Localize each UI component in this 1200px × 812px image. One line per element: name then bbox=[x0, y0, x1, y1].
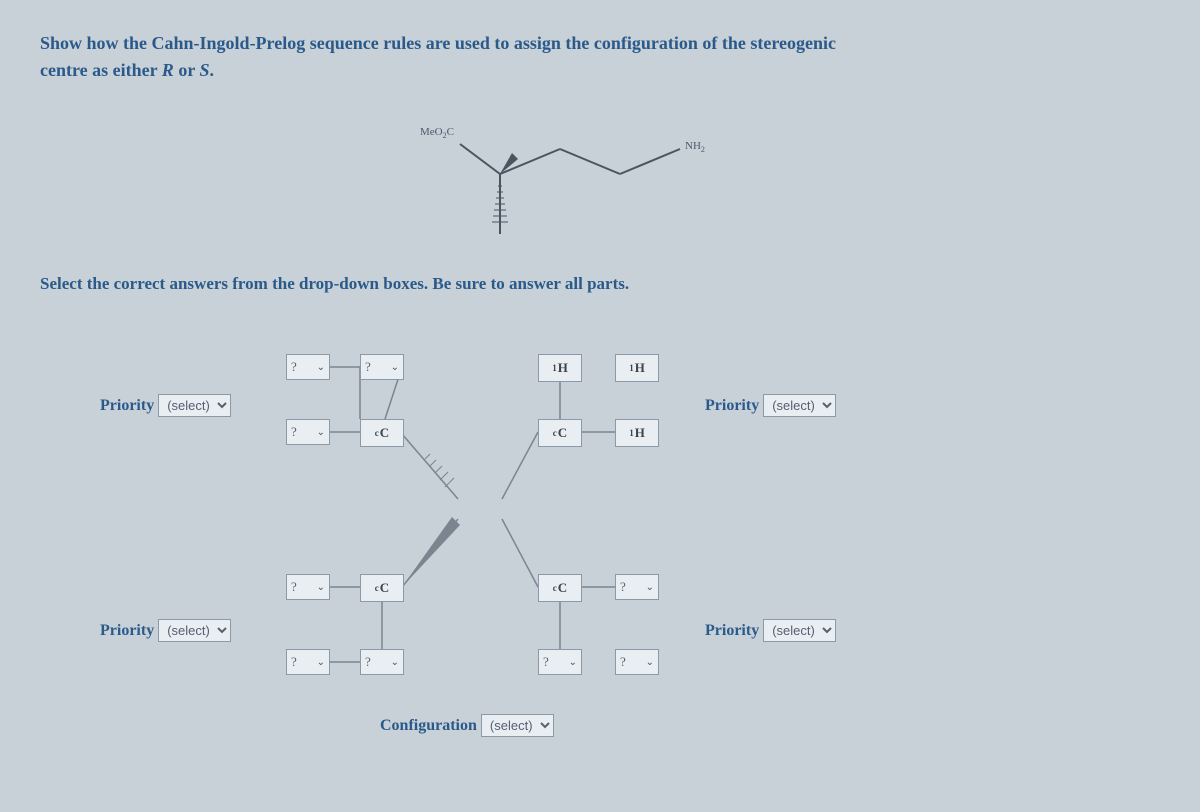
atom-select-tl-2[interactable]: ?⌄ bbox=[360, 354, 404, 380]
atom-box-tr-h3: 1H bbox=[615, 419, 659, 447]
question-or: or bbox=[174, 60, 200, 80]
atom-box-tr-h1: 1H bbox=[538, 354, 582, 382]
atom-box-tr-c: cC bbox=[538, 419, 582, 447]
atom-select-bl-2[interactable]: ?⌄ bbox=[286, 649, 330, 675]
question-end: . bbox=[210, 60, 215, 80]
priority-select-top-left[interactable]: (select) bbox=[158, 394, 231, 417]
molecule-structure: MeO2C NH2 bbox=[40, 104, 1160, 264]
configuration-row: Configuration (select) bbox=[380, 714, 554, 737]
molecule-meo2c-label: MeO2C bbox=[420, 126, 454, 140]
priority-top-right: Priority (select) bbox=[705, 394, 836, 417]
priority-top-left: Priority (select) bbox=[100, 394, 231, 417]
atom-box-tr-h2: 1H bbox=[615, 354, 659, 382]
question-r: R bbox=[162, 60, 174, 80]
question-s: S bbox=[199, 60, 209, 80]
molecule-nh2-label: NH2 bbox=[685, 140, 705, 154]
priority-bottom-right: Priority (select) bbox=[705, 619, 836, 642]
atom-box-br-c: cC bbox=[538, 574, 582, 602]
priority-label-text: Priority bbox=[100, 397, 154, 414]
question-line-1: Show how the Cahn-Ingold-Prelog sequence… bbox=[40, 33, 836, 53]
configuration-select[interactable]: (select) bbox=[481, 714, 554, 737]
atom-select-tl-3[interactable]: ?⌄ bbox=[286, 419, 330, 445]
atom-box-bl-c: cC bbox=[360, 574, 404, 602]
priority-label-text: Priority bbox=[705, 397, 759, 414]
atom-select-bl-1[interactable]: ?⌄ bbox=[286, 574, 330, 600]
priority-select-bottom-left[interactable]: (select) bbox=[158, 619, 231, 642]
atom-select-tl-1[interactable]: ?⌄ bbox=[286, 354, 330, 380]
atom-select-br-3[interactable]: ?⌄ bbox=[615, 649, 659, 675]
cip-diagram: Priority (select) Priority (select) Prio… bbox=[40, 319, 1160, 739]
priority-select-bottom-right[interactable]: (select) bbox=[763, 619, 836, 642]
atom-box-tl-c: cC bbox=[360, 419, 404, 447]
priority-label-text: Priority bbox=[705, 622, 759, 639]
priority-label-text: Priority bbox=[100, 622, 154, 639]
atom-select-bl-3[interactable]: ?⌄ bbox=[360, 649, 404, 675]
atom-select-br-1[interactable]: ?⌄ bbox=[615, 574, 659, 600]
question-prompt: Show how the Cahn-Ingold-Prelog sequence… bbox=[40, 30, 1160, 84]
priority-select-top-right[interactable]: (select) bbox=[763, 394, 836, 417]
instruction-text: Select the correct answers from the drop… bbox=[40, 274, 1160, 294]
priority-bottom-left: Priority (select) bbox=[100, 619, 231, 642]
atom-select-br-2[interactable]: ?⌄ bbox=[538, 649, 582, 675]
question-line-2a: centre as either bbox=[40, 60, 162, 80]
configuration-label: Configuration bbox=[380, 717, 477, 734]
